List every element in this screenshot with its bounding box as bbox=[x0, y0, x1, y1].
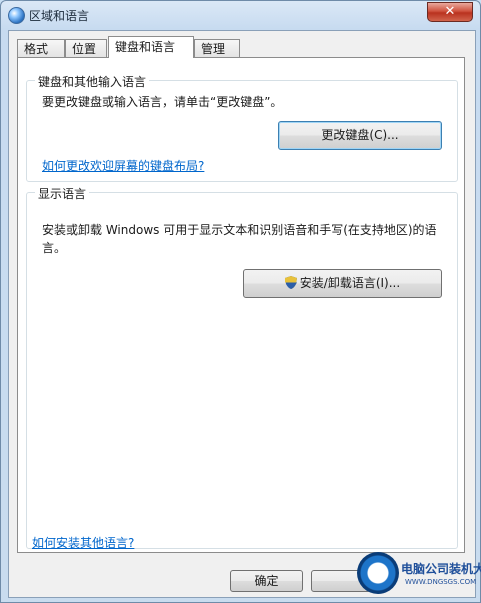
watermark-title: 电脑公司装机大师 bbox=[401, 562, 481, 576]
title-bar[interactable]: 区域和语言 ✕ bbox=[1, 1, 480, 29]
region-language-dialog: 区域和语言 ✕ 格式 位置 键盘和语言 管理 键盘和其他输入语言 要更改键盘或输… bbox=[0, 0, 481, 603]
tab-location[interactable]: 位置 bbox=[65, 39, 107, 57]
globe-icon bbox=[8, 7, 25, 24]
change-keyboards-button[interactable]: 更改键盘(C)... bbox=[278, 121, 442, 150]
tab-keyboards-languages[interactable]: 键盘和语言 bbox=[108, 36, 194, 58]
welcome-screen-keyboard-link[interactable]: 如何更改欢迎屏幕的键盘布局? bbox=[42, 157, 204, 174]
keyboard-group: 键盘和其他输入语言 要更改键盘或输入语言，请单击“更改键盘”。 更改键盘(C).… bbox=[26, 73, 458, 182]
display-language-legend: 显示语言 bbox=[35, 185, 90, 202]
uac-shield-icon bbox=[284, 276, 297, 289]
close-button[interactable]: ✕ bbox=[427, 2, 473, 22]
install-uninstall-languages-button[interactable]: 安装/卸载语言(I)... bbox=[243, 269, 442, 298]
watermark-url: WWW.DNGSGS.COM bbox=[405, 578, 477, 586]
site-watermark: 电脑公司装机大师 WWW.DNGSGS.COM bbox=[357, 548, 481, 603]
tab-administrative[interactable]: 管理 bbox=[194, 39, 240, 57]
ok-button[interactable]: 确定 bbox=[230, 570, 303, 592]
install-button-label: 安装/卸载语言(I)... bbox=[299, 276, 401, 290]
window-title: 区域和语言 bbox=[29, 9, 90, 23]
watermark-logo-icon bbox=[357, 552, 399, 594]
tab-panel: 键盘和其他输入语言 要更改键盘或输入语言，请单击“更改键盘”。 更改键盘(C).… bbox=[17, 57, 465, 553]
install-other-languages-link[interactable]: 如何安装其他语言? bbox=[32, 534, 134, 551]
display-language-description: 安装或卸载 Windows 可用于显示文本和识别语音和手写(在支持地区)的语言。 bbox=[42, 223, 437, 255]
tab-formats[interactable]: 格式 bbox=[17, 39, 65, 57]
dialog-client-area: 格式 位置 键盘和语言 管理 键盘和其他输入语言 要更改键盘或输入语言，请单击“… bbox=[8, 30, 476, 598]
keyboard-description: 要更改键盘或输入语言，请单击“更改键盘”。 bbox=[42, 95, 283, 109]
display-language-group: 显示语言 安装或卸载 Windows 可用于显示文本和识别语音和手写(在支持地区… bbox=[26, 185, 458, 549]
keyboard-group-legend: 键盘和其他输入语言 bbox=[35, 73, 150, 90]
